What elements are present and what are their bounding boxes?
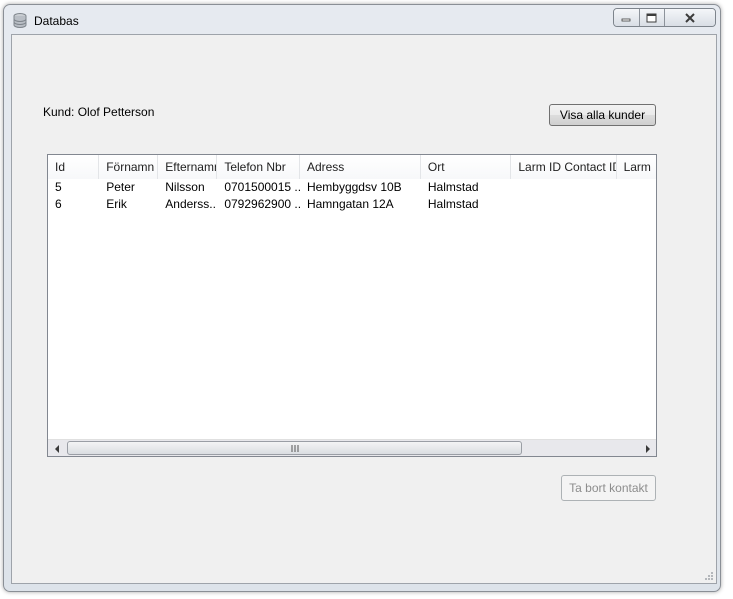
cell-id: 5 <box>55 180 62 194</box>
arrow-right-icon <box>645 444 650 453</box>
arrow-left-icon <box>54 444 59 453</box>
main-window: Databas Kund: Olof Petterson Visa alla k… <box>3 4 721 592</box>
cell-efternamn: Anderss... <box>165 197 218 211</box>
column-header-larm-id[interactable]: Larm ID Contact ID <box>511 155 617 179</box>
table-row[interactable]: 6 Erik Anderss... 0792962900 ... Hamngat… <box>48 196 656 213</box>
scroll-left-button[interactable] <box>48 440 65 456</box>
listview-header: Id Förnamn Efternamn Telefon Nbr Adress … <box>48 155 656 179</box>
caption-buttons <box>613 8 716 27</box>
maximize-icon <box>646 13 657 22</box>
column-header-adress[interactable]: Adress <box>299 155 421 179</box>
window-title: Databas <box>34 14 79 28</box>
close-button[interactable] <box>665 9 715 26</box>
column-header-id[interactable]: Id <box>48 155 100 179</box>
scrollbar-thumb[interactable] <box>67 441 522 455</box>
cell-ort: Halmstad <box>427 180 479 194</box>
listview-body: 5 Peter Nilsson 0701500015 ... Hembyggds… <box>48 179 656 213</box>
maximize-button[interactable] <box>639 9 665 26</box>
scroll-right-button[interactable] <box>639 440 656 456</box>
form-client-area: Kund: Olof Petterson Visa alla kunder Id… <box>11 34 717 584</box>
column-header-ort[interactable]: Ort <box>420 155 512 179</box>
cell-larm <box>617 196 656 213</box>
table-row[interactable]: 5 Peter Nilsson 0701500015 ... Hembyggds… <box>48 179 656 196</box>
cell-larm-id <box>511 196 616 213</box>
column-header-efternamn[interactable]: Efternamn <box>158 155 218 179</box>
cell-adress: Hamngatan 12A <box>306 197 394 211</box>
resize-grip-icon[interactable] <box>703 570 713 580</box>
scroll-grip-icon <box>291 445 298 452</box>
ta-bort-kontakt-button[interactable]: Ta bort kontakt <box>561 475 656 501</box>
cell-fornamn: Erik <box>106 197 127 211</box>
column-header-fornamn[interactable]: Förnamn <box>99 155 159 179</box>
cell-ort: Halmstad <box>427 197 479 211</box>
cell-efternamn: Nilsson <box>165 180 205 194</box>
cell-fornamn: Peter <box>106 180 135 194</box>
cell-id: 6 <box>55 197 62 211</box>
kund-label: Kund: Olof Petterson <box>43 105 155 119</box>
visa-alla-kunder-button[interactable]: Visa alla kunder <box>549 104 656 126</box>
cell-adress: Hembyggdsv 10B <box>306 180 402 194</box>
cell-larm-id <box>511 179 616 196</box>
column-header-larm[interactable]: Larm <box>616 155 656 179</box>
close-icon <box>685 12 695 23</box>
column-header-telefon[interactable]: Telefon Nbr <box>217 155 300 179</box>
cell-telefon: 0792962900 ... <box>224 197 300 211</box>
minimize-button[interactable] <box>614 9 640 26</box>
customer-listview[interactable]: Id Förnamn Efternamn Telefon Nbr Adress … <box>47 154 657 457</box>
minimize-icon <box>621 18 631 21</box>
cell-larm <box>617 179 656 196</box>
cell-telefon: 0701500015 ... <box>224 180 300 194</box>
horizontal-scrollbar[interactable] <box>48 439 656 456</box>
database-icon <box>13 13 27 28</box>
